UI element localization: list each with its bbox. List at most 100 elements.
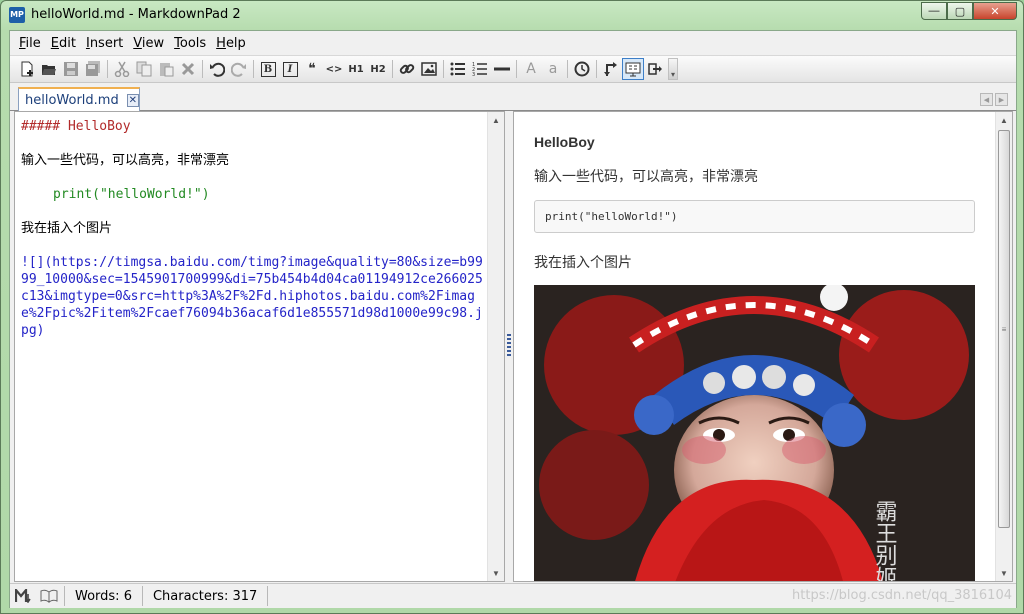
menu-edit-mnemonic: E (50, 35, 59, 51)
document-tab-strip: helloWorld.md ✕ ◀ ▶ (10, 84, 1016, 112)
editor-image-link-line: ![](https://timgsa.baidu.com/timg?image&… (21, 255, 483, 338)
menu-insert[interactable]: Insert (81, 36, 128, 51)
save-icon[interactable] (60, 58, 82, 80)
title-bar[interactable]: MP helloWorld.md - MarkdownPad 2 — ▢ ✕ (1, 1, 1023, 29)
tab-scroll-arrows: ◀ ▶ (980, 93, 1008, 106)
scroll-up-arrow-icon[interactable]: ▲ (488, 112, 504, 128)
menu-edit[interactable]: Edit (46, 36, 81, 51)
editor-paragraph-line: 我在插入个图片 (21, 221, 113, 236)
code-icon[interactable]: <> (323, 58, 345, 80)
tab-label: helloWorld.md (25, 92, 119, 108)
live-preview-toggle-icon[interactable] (622, 58, 644, 80)
new-document-icon[interactable] (16, 58, 38, 80)
paste-icon[interactable] (155, 58, 177, 80)
bulleted-list-icon[interactable] (447, 58, 469, 80)
status-separator (141, 586, 143, 606)
markdownpad-app-icon[interactable]: MP (9, 7, 25, 23)
minimize-button[interactable]: — (921, 2, 947, 20)
markdown-editor[interactable]: ##### HelloBoy 输入一些代码，可以高亮，非常漂亮 print("h… (14, 111, 505, 582)
tab-scroll-left-icon[interactable]: ◀ (980, 93, 993, 106)
window-title: helloWorld.md - MarkdownPad 2 (31, 7, 241, 22)
menu-bar: File Edit Insert View Tools Help (10, 31, 1016, 55)
preview-scroll-thumb[interactable]: ≡ (998, 130, 1010, 528)
svg-text:3: 3 (472, 72, 475, 77)
heading2-button[interactable]: H2 (367, 58, 389, 80)
markdown-mode-icon[interactable] (10, 586, 36, 606)
preview-paragraph: 输入一些代码，可以高亮，非常漂亮 (534, 169, 758, 185)
status-separator (267, 586, 269, 606)
heading1-button[interactable]: H1 (345, 58, 367, 80)
editor-vertical-scrollbar[interactable]: ▲ ▼ (487, 112, 504, 581)
html-preview: HelloBoy 输入一些代码，可以高亮，非常漂亮 print("helloWo… (513, 111, 1013, 582)
tab-close-icon[interactable]: ✕ (126, 93, 139, 107)
menu-help-label: elp (225, 35, 246, 51)
preview-paragraph: 我在插入个图片 (534, 255, 632, 271)
editor-paragraph-line: 输入一些代码，可以高亮，非常漂亮 (21, 153, 230, 168)
client-area: File Edit Insert View Tools Help B I ❝ <… (9, 30, 1017, 608)
character-count: Characters: 317 (152, 588, 258, 604)
export-icon[interactable] (644, 58, 666, 80)
menu-view-label: iew (141, 35, 165, 51)
bold-icon: B (260, 61, 276, 77)
toolbar-separator (567, 60, 568, 78)
sync-scroll-icon[interactable] (600, 58, 622, 80)
opera-portrait-illustration: 霸王别姬 (534, 285, 975, 582)
scroll-down-arrow-icon[interactable]: ▼ (488, 565, 504, 581)
toolbar-separator (202, 60, 203, 78)
toolbar-separator (596, 60, 597, 78)
window-controls: — ▢ ✕ (921, 2, 1017, 20)
menu-view[interactable]: View (128, 36, 169, 51)
close-button[interactable]: ✕ (973, 2, 1017, 20)
bold-button[interactable]: B (257, 58, 279, 80)
menu-view-mnemonic: V (133, 35, 142, 51)
insert-image-icon[interactable] (418, 58, 440, 80)
editor-content[interactable]: ##### HelloBoy 输入一些代码，可以高亮，非常漂亮 print("h… (21, 118, 487, 339)
italic-icon: I (282, 61, 298, 77)
splitter-grip-icon[interactable] (507, 334, 511, 356)
toolbar-separator (253, 60, 254, 78)
maximize-button[interactable]: ▢ (947, 2, 973, 20)
blockquote-icon[interactable]: ❝ (301, 58, 323, 80)
save-all-icon[interactable] (82, 58, 104, 80)
editor-heading-line: ##### HelloBoy (21, 119, 131, 134)
tab-helloworld-md[interactable]: helloWorld.md ✕ (18, 87, 140, 112)
toolbar-separator (107, 60, 108, 78)
italic-button[interactable]: I (279, 58, 301, 80)
menu-tools[interactable]: Tools (169, 36, 211, 51)
menu-edit-label: dit (59, 35, 76, 51)
lowercase-icon[interactable]: a (542, 58, 564, 80)
preview-image: 霸王别姬 (534, 285, 975, 582)
numbered-list-icon[interactable]: 123 (469, 58, 491, 80)
status-bar: Words: 6 Characters: 317 https://blog.cs… (10, 583, 1016, 608)
preview-vertical-scrollbar[interactable]: ▲ ≡ ▼ (995, 112, 1012, 581)
delete-icon[interactable] (177, 58, 199, 80)
toolbar-separator (443, 60, 444, 78)
redo-icon[interactable] (228, 58, 250, 80)
menu-help-mnemonic: H (216, 35, 226, 51)
book-icon[interactable] (36, 586, 62, 606)
pane-splitter[interactable] (505, 111, 513, 582)
watermark-text: https://blog.csdn.net/qq_3816104 (792, 588, 1012, 603)
menu-file-label: ile (25, 35, 41, 51)
cut-icon[interactable] (111, 58, 133, 80)
scroll-down-arrow-icon[interactable]: ▼ (996, 565, 1012, 581)
menu-help[interactable]: Help (211, 36, 251, 51)
uppercase-icon[interactable]: A (520, 58, 542, 80)
toolbar-separator (516, 60, 517, 78)
horizontal-rule-icon[interactable] (491, 58, 513, 80)
preview-image-caption: 霸王别姬 (872, 500, 898, 582)
tab-scroll-right-icon[interactable]: ▶ (995, 93, 1008, 106)
timestamp-clock-icon[interactable] (571, 58, 593, 80)
toolbar-separator (392, 60, 393, 78)
scroll-up-arrow-icon[interactable]: ▲ (996, 112, 1012, 128)
hyperlink-icon[interactable] (396, 58, 418, 80)
menu-file[interactable]: File (14, 36, 46, 51)
undo-icon[interactable] (206, 58, 228, 80)
open-folder-icon[interactable] (38, 58, 60, 80)
toolbar-overflow-chevron-icon[interactable]: ▾ (668, 58, 678, 80)
preview-heading: HelloBoy (534, 134, 595, 150)
word-count: Words: 6 (75, 588, 132, 604)
app-window: MP helloWorld.md - MarkdownPad 2 — ▢ ✕ F… (0, 0, 1024, 614)
copy-icon[interactable] (133, 58, 155, 80)
editor-code-line: print("helloWorld!") (53, 187, 210, 202)
